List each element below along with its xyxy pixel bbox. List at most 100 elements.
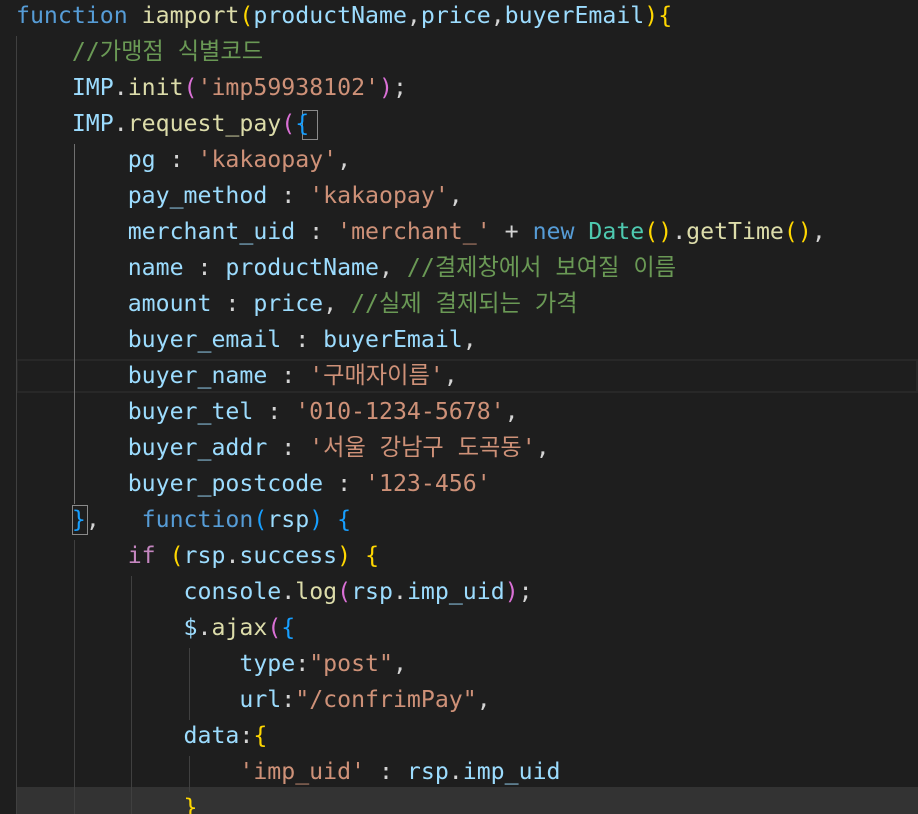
code-token: )	[309, 506, 324, 533]
code-token: :	[267, 182, 310, 209]
code-token: function	[141, 506, 254, 533]
code-token: .	[197, 614, 212, 641]
code-line[interactable]: url:"/confrimPay",	[16, 682, 918, 718]
code-token: :	[323, 470, 366, 497]
code-line[interactable]: type:"post",	[16, 646, 918, 682]
code-token: )	[337, 542, 352, 569]
code-token: merchant_uid	[127, 218, 296, 245]
code-token: (	[183, 74, 198, 101]
code-line[interactable]: console.log(rsp.imp_uid);	[16, 574, 918, 610]
code-token: .	[281, 578, 296, 605]
code-token: buyerEmail	[504, 2, 645, 29]
code-token: ;	[518, 578, 533, 605]
code-token: :	[365, 758, 407, 785]
code-token: "post"	[309, 650, 393, 677]
code-line[interactable]: buyer_postcode : '123-456'	[16, 466, 918, 502]
code-line[interactable]: data:{	[16, 718, 918, 754]
code-token: (	[169, 542, 184, 569]
code-token: {	[337, 506, 352, 533]
code-token: ,	[490, 2, 505, 29]
code-token: ,	[476, 686, 491, 713]
code-line[interactable]: buyer_name : '구매자이름',	[16, 358, 918, 394]
code-token: )	[504, 578, 519, 605]
code-token: //실제 결제되는 가격	[351, 290, 578, 317]
code-token: 'imp59938102'	[197, 74, 379, 101]
code-line[interactable]: name : productName, //결제창에서 보여질 이름	[16, 250, 918, 286]
code-token: .	[392, 578, 407, 605]
code-token: '123-456'	[365, 470, 491, 497]
code-line[interactable]: pay_method : 'kakaopay',	[16, 178, 918, 214]
code-token: price	[253, 290, 324, 317]
code-token: name	[127, 254, 184, 281]
code-token: :	[253, 398, 296, 425]
code-token: :	[267, 362, 310, 389]
code-line[interactable]: }, function(rsp) {	[16, 502, 918, 538]
code-token: ,	[406, 2, 421, 29]
code-token: ajax	[211, 614, 268, 641]
code-line[interactable]: IMP.init('imp59938102');	[16, 70, 918, 106]
code-line[interactable]: buyer_tel : '010-1234-5678',	[16, 394, 918, 430]
code-token: 'imp_uid'	[239, 758, 366, 785]
code-token: success	[239, 542, 338, 569]
code-token: '구매자이름'	[309, 362, 444, 389]
code-line[interactable]: IMP.request_pay({	[16, 106, 918, 142]
code-token: 'kakaopay'	[309, 182, 449, 209]
code-token: buyer_tel	[127, 398, 254, 425]
code-token: rsp	[351, 578, 393, 605]
code-line[interactable]: $.ajax({	[16, 610, 918, 646]
code-token: productName	[253, 2, 407, 29]
code-token: {	[295, 110, 310, 137]
code-token: '서울 강남구 도곡동'	[309, 434, 536, 461]
code-token: ;	[392, 74, 407, 101]
code-token: ,	[392, 650, 407, 677]
code-token: ,	[443, 362, 458, 389]
code-token: //가맹점 식별코드	[71, 38, 264, 65]
code-token: :	[211, 290, 254, 317]
code-token: request_pay	[127, 110, 282, 137]
code-token: ()	[783, 218, 812, 245]
code-token: .	[113, 110, 128, 137]
code-token: log	[295, 578, 338, 605]
code-line[interactable]: //가맹점 식별코드	[16, 34, 918, 70]
code-token: 'merchant_'	[337, 218, 491, 245]
code-token: '010-1234-5678'	[295, 398, 505, 425]
code-token: Date	[588, 218, 645, 245]
code-line[interactable]: amount : price, //실제 결제되는 가격	[16, 286, 918, 322]
code-line[interactable]: if (rsp.success) {	[16, 538, 918, 574]
code-editor[interactable]: function iamport(productName,price,buyer…	[0, 0, 918, 814]
code-token: {	[658, 2, 673, 29]
code-token: (	[239, 2, 254, 29]
code-line[interactable]: buyer_email : buyerEmail,	[16, 322, 918, 358]
code-line[interactable]: }	[16, 790, 918, 814]
code-token: :	[183, 254, 226, 281]
code-token: .	[225, 542, 240, 569]
code-line[interactable]: 'imp_uid' : rsp.imp_uid	[16, 754, 918, 790]
code-token: getTime	[686, 218, 784, 245]
code-line[interactable]: function iamport(productName,price,buyer…	[16, 0, 918, 34]
code-token: ,	[337, 146, 352, 173]
code-line[interactable]: pg : 'kakaopay',	[16, 142, 918, 178]
code-line[interactable]: merchant_uid : 'merchant_' + new Date().…	[16, 214, 918, 250]
code-token: ()	[644, 218, 673, 245]
code-line[interactable]: buyer_addr : '서울 강남구 도곡동',	[16, 430, 918, 466]
code-token: )	[644, 2, 659, 29]
code-token: }	[71, 506, 86, 533]
code-token: )	[379, 74, 393, 101]
code-token: {	[281, 614, 296, 641]
code-token: :	[295, 650, 310, 677]
code-token: :	[295, 218, 338, 245]
code-token: buyerEmail	[323, 326, 463, 353]
